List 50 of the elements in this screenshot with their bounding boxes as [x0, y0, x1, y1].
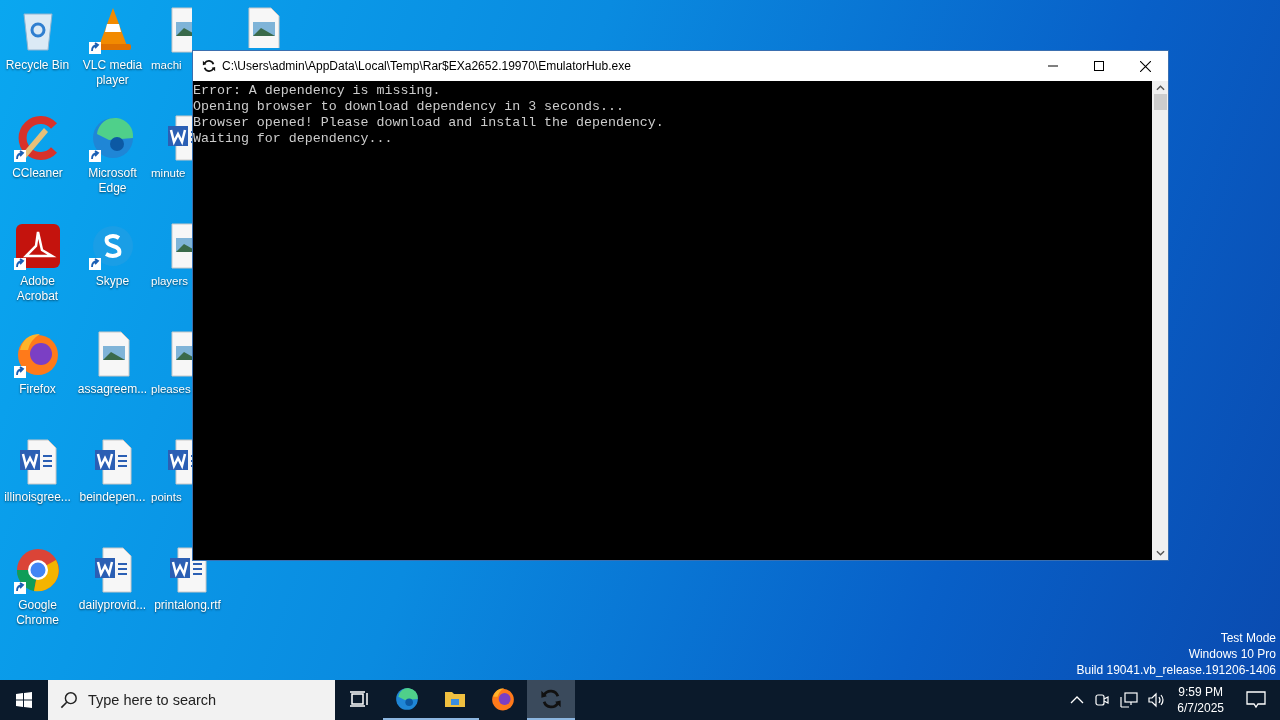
task-view-icon — [349, 689, 369, 709]
icon-label[interactable]: dailyprovid... — [75, 598, 150, 613]
icon-label[interactable]: pleases — [151, 382, 191, 397]
vertical-scrollbar[interactable] — [1152, 81, 1168, 560]
edge-icon — [394, 686, 420, 712]
icon-label[interactable]: players — [151, 274, 189, 289]
camera-icon[interactable] — [1094, 692, 1111, 708]
console-line: Opening browser to download dependency in 3 seconds... — [193, 99, 625, 115]
icon-label[interactable]: beindepen... — [75, 490, 150, 505]
icon-label[interactable]: printalong.rtf — [150, 598, 225, 613]
clock-time: 9:59 PM — [1178, 684, 1223, 700]
acrobat-icon[interactable] — [13, 222, 62, 270]
chrome-icon[interactable] — [13, 546, 62, 594]
icon-label[interactable]: Adobe Acrobat — [0, 274, 75, 304]
system-watermark-text: Test Mode — [1220, 630, 1276, 646]
clock-date: 6/7/2025 — [1177, 700, 1224, 716]
system-watermark-text: Windows 10 Pro — [1188, 646, 1276, 662]
icon-label[interactable]: illinoisgree... — [0, 490, 75, 505]
speaker-icon[interactable] — [1148, 692, 1167, 708]
scroll-up-icon[interactable] — [1155, 85, 1165, 91]
scroll-down-icon[interactable] — [1155, 550, 1165, 556]
windows-logo-icon — [16, 692, 32, 708]
icon-label[interactable]: Firefox — [0, 382, 75, 397]
refresh-icon — [202, 59, 216, 73]
icon-label[interactable]: assagreem... — [75, 382, 150, 397]
scroll-thumb[interactable] — [1153, 94, 1167, 110]
icon-label[interactable]: Google Chrome — [0, 598, 75, 628]
network-icon[interactable] — [1120, 692, 1139, 708]
icon-label[interactable]: CCleaner — [0, 166, 75, 181]
icon-label[interactable]: minute — [151, 166, 186, 181]
chevron-up-icon[interactable] — [1070, 695, 1085, 705]
firefox-icon — [490, 686, 516, 712]
console-line: Waiting for dependency... — [193, 131, 394, 147]
icon-label[interactable]: VLC media player — [75, 58, 150, 88]
icon-label[interactable]: Skype — [75, 274, 150, 289]
icon-label[interactable]: Recycle Bin — [0, 58, 75, 73]
icon-label[interactable]: machi — [151, 58, 182, 73]
icon-label[interactable]: Microsoft Edge — [75, 166, 150, 196]
taskbar-app-button[interactable] — [527, 680, 575, 720]
console-line: Error: A dependency is missing. — [193, 83, 442, 99]
refresh-icon — [540, 688, 562, 710]
window-title: C:\Users\admin\AppData\Local\Temp\Rar$EXa2652.19970\EmulatorHub.exe — [222, 59, 632, 73]
console-line: Browser opened! Please download and install the dependency. — [193, 115, 665, 131]
system-watermark-text: Build 19041.vb_release.191206-1406 — [1076, 662, 1276, 678]
search-field[interactable]: Type here to search — [48, 680, 335, 720]
notification-icon[interactable] — [1246, 691, 1266, 709]
close-icon — [1139, 60, 1151, 72]
clock[interactable]: 9:59 PM 6/7/2025 — [1177, 684, 1224, 716]
maximize-icon — [1094, 61, 1104, 71]
icon-label[interactable]: points — [151, 490, 182, 505]
